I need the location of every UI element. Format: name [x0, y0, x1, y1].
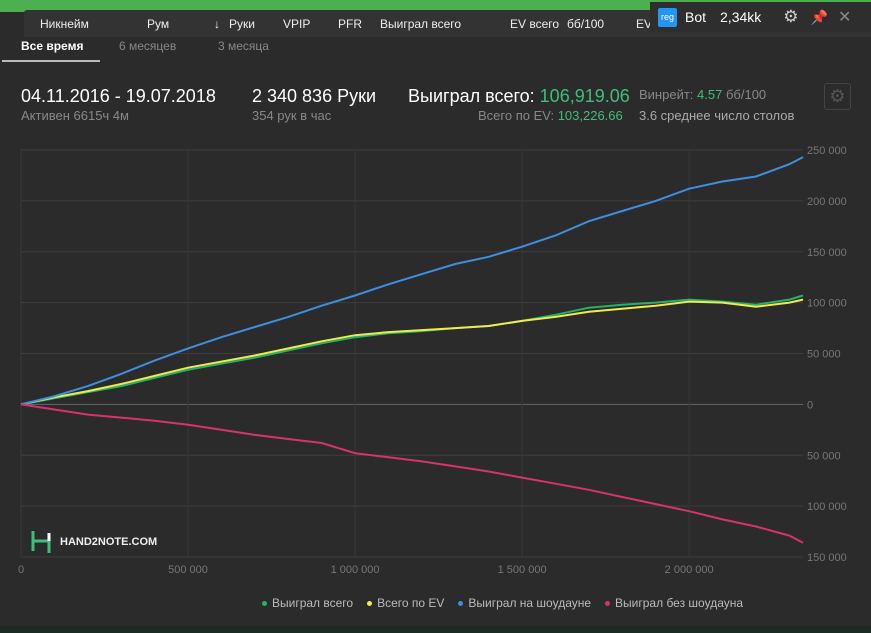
y-tick-label: 100 000	[807, 298, 847, 310]
y-tick-label: 150 000	[807, 247, 847, 259]
avg-tables: 3.6 среднее число столов	[639, 108, 795, 123]
close-icon[interactable]: ✕	[838, 7, 851, 27]
sort-down-icon: ↓	[214, 17, 220, 31]
series-line	[20, 156, 804, 406]
y-tick-label: 200 000	[807, 196, 847, 208]
winrate-value: 4.57	[697, 87, 723, 102]
legend-label: Выиграл на шоудауне	[468, 596, 592, 610]
tab-6-months[interactable]: 6 месяцев	[119, 39, 176, 53]
reg-badge: reg	[658, 7, 677, 27]
hand2note-logo: HAND2NOTE.COM	[30, 529, 157, 555]
column-ev-total[interactable]: EV всего	[510, 17, 559, 31]
hand2note-logo-icon	[31, 531, 51, 553]
x-tick-label: 1 000 000	[331, 564, 380, 576]
column-bb100[interactable]: бб/100	[567, 17, 604, 31]
y-tick-label: 50 000	[807, 349, 841, 361]
player-name: Bot	[685, 9, 707, 25]
tab-3-months[interactable]: 3 месяца	[218, 39, 269, 53]
y-tick-label: 250 000	[807, 145, 847, 157]
legend-label: Всего по EV	[377, 596, 445, 610]
legend-dot	[605, 601, 611, 607]
legend-label: Выиграл без шоудауна	[615, 596, 744, 610]
legend-item[interactable]: Выиграл всего	[262, 596, 353, 610]
column-vpip[interactable]: VPIP	[283, 17, 310, 31]
series-line	[20, 294, 804, 406]
winrate-unit: бб/100	[725, 87, 767, 102]
series-line	[20, 403, 804, 544]
legend-item[interactable]: Выиграл без шоудауна	[605, 596, 743, 610]
player-popup: reg Bot 2,34kk ⚙ 📌 ✕	[650, 2, 871, 32]
y-tick-label: 50 000	[807, 450, 841, 462]
won-total: Выиграл всего: 106,919.06	[408, 86, 630, 107]
y-tick-label: 0	[807, 399, 813, 411]
period-tabs: Все время 6 месяцев 3 месяца	[0, 37, 871, 63]
column-pfr[interactable]: PFR	[338, 17, 362, 31]
x-tick-label: 1 500 000	[498, 564, 547, 576]
legend-label: Выиграл всего	[272, 596, 354, 610]
column-hands[interactable]: Руки	[229, 17, 255, 31]
hands-per-hour: 354 рук в час	[252, 108, 332, 123]
legend-dot	[262, 601, 267, 607]
date-range: 04.11.2016 - 19.07.2018	[21, 86, 216, 106]
pin-icon[interactable]: 📌	[811, 9, 828, 26]
won-label: Выиграл всего:	[408, 86, 535, 106]
legend-dot	[367, 601, 373, 607]
y-tick-label: 100 000	[807, 501, 847, 513]
chart-settings-gear-icon[interactable]: ⚙	[824, 83, 851, 110]
player-hands: 2,34kk	[720, 9, 762, 25]
chart-legend: Выиграл всего Всего по EV Выиграл на шоуда…	[262, 596, 743, 610]
legend-item[interactable]: Выиграл на шоудауне	[458, 596, 591, 610]
x-tick-label: 0	[18, 564, 24, 576]
gear-icon[interactable]: ⚙	[783, 7, 798, 27]
y-tick-label: 150 000	[807, 552, 847, 564]
column-won-total[interactable]: Выиграл всего	[380, 17, 461, 31]
series-line	[20, 298, 804, 406]
winrate-label: Винрейт:	[639, 87, 694, 102]
column-nickname[interactable]: Никнейм	[40, 17, 89, 31]
ev-label: Всего по EV:	[478, 108, 555, 123]
x-tick-label: 500 000	[168, 564, 208, 576]
window-bottom-strip	[0, 626, 871, 633]
column-room[interactable]: Рум	[147, 17, 169, 31]
legend-item[interactable]: Всего по EV	[367, 596, 444, 610]
active-tab-indicator	[2, 60, 100, 62]
tab-all-time[interactable]: Все время	[21, 39, 83, 53]
won-value: 106,919.06	[539, 86, 630, 106]
active-time: Активен 6615ч 4м	[21, 108, 129, 123]
logo-text: HAND2NOTE.COM	[60, 536, 158, 548]
x-tick-label: 2 000 000	[665, 564, 714, 576]
hands-count: 2 340 836 Руки	[252, 86, 377, 106]
ev-value: 103,226.66	[557, 108, 623, 123]
legend-dot	[458, 601, 464, 607]
